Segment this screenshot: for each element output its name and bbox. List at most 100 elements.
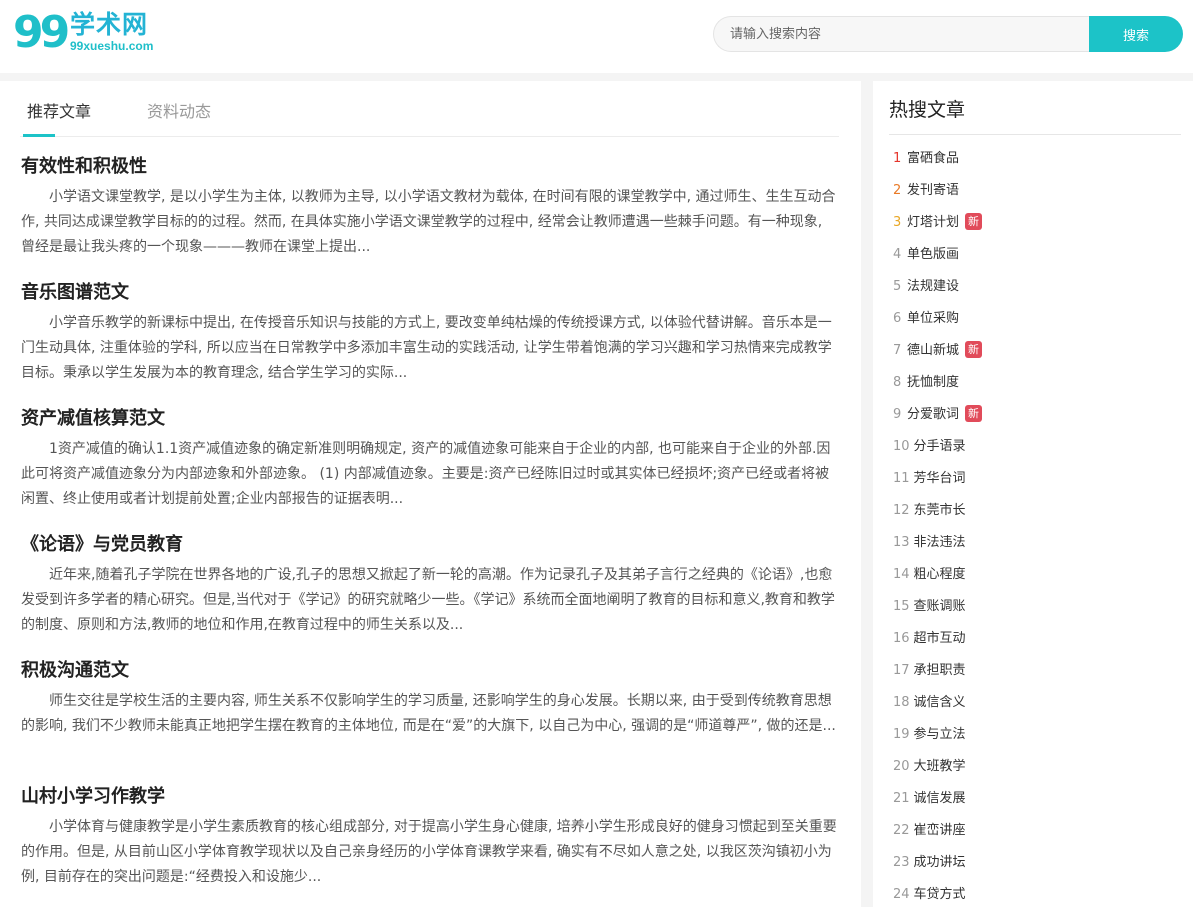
active-tab-indicator bbox=[23, 134, 55, 137]
new-badge: 新 bbox=[965, 341, 983, 358]
article-summary: 小学体育与健康教学是小学生素质教育的核心组成部分, 对于提高小学生身心健康, 培… bbox=[21, 819, 837, 885]
rank-number: 1 bbox=[893, 151, 902, 166]
hot-article-label: 德山新城 bbox=[907, 343, 960, 358]
article-item: 资产减值核算范文 1资产减值的确认1.1资产减值迹象的确定新准则明确规定, 资产… bbox=[21, 405, 837, 531]
hot-article-item[interactable]: 5 法规建设 bbox=[893, 271, 1183, 303]
site-logo[interactable]: 99 学术网 99xueshu.com bbox=[13, 11, 173, 57]
article-title[interactable]: 音乐图谱范文 bbox=[21, 279, 837, 307]
tab-updates[interactable]: 资料动态 bbox=[147, 101, 211, 123]
hot-article-item[interactable]: 8 抚恤制度 bbox=[893, 367, 1183, 399]
rank-number: 24 bbox=[893, 887, 910, 902]
hot-article-item[interactable]: 16 超市互动 bbox=[893, 623, 1183, 655]
rank-number: 18 bbox=[893, 695, 910, 710]
hot-article-label: 崔峦讲座 bbox=[913, 823, 966, 838]
article-title[interactable]: 积极沟通范文 bbox=[21, 657, 837, 685]
hot-article-label: 参与立法 bbox=[913, 727, 966, 742]
hot-article-item[interactable]: 13 非法违法 bbox=[893, 527, 1183, 559]
article-item: 音乐图谱范文 小学音乐教学的新课标中提出, 在传授音乐知识与技能的方式上, 要改… bbox=[21, 279, 837, 405]
article-summary: 小学音乐教学的新课标中提出, 在传授音乐知识与技能的方式上, 要改变单纯枯燥的传… bbox=[21, 315, 832, 381]
hot-article-item[interactable]: 17 承担职责 bbox=[893, 655, 1183, 687]
rank-number: 3 bbox=[893, 215, 902, 230]
article-title[interactable]: 山村小学习作教学 bbox=[21, 783, 837, 811]
new-badge: 新 bbox=[965, 405, 983, 422]
hot-article-label: 成功讲坛 bbox=[913, 855, 966, 870]
hot-article-label: 富硒食品 bbox=[907, 151, 960, 166]
rank-number: 12 bbox=[893, 503, 910, 518]
hot-article-label: 分手语录 bbox=[913, 439, 966, 454]
article-list: 有效性和积极性 小学语文课堂教学, 是以小学生为主体, 以教师为主导, 以小学语… bbox=[21, 153, 837, 907]
tab-bar: 推荐文章 资料动态 bbox=[20, 81, 839, 137]
hot-article-item[interactable]: 11 芳华台词 bbox=[893, 463, 1183, 495]
search-button[interactable]: 搜索 bbox=[1089, 16, 1183, 52]
search-input[interactable] bbox=[713, 16, 1093, 52]
hot-article-label: 单色版画 bbox=[907, 247, 960, 262]
hot-article-label: 单位采购 bbox=[907, 311, 960, 326]
rank-number: 19 bbox=[893, 727, 910, 742]
article-summary: 1资产减值的确认1.1资产减值迹象的确定新准则明确规定, 资产的减值迹象可能来自… bbox=[21, 441, 831, 507]
hot-article-label: 东莞市长 bbox=[913, 503, 966, 518]
hot-article-item[interactable]: 4 单色版画 bbox=[893, 239, 1183, 271]
rank-number: 8 bbox=[893, 375, 902, 390]
rank-number: 23 bbox=[893, 855, 910, 870]
article-title[interactable]: 资产减值核算范文 bbox=[21, 405, 837, 433]
hot-article-item[interactable]: 10 分手语录 bbox=[893, 431, 1183, 463]
sidebar-divider bbox=[889, 134, 1181, 135]
hot-articles-sidebar: 热搜文章 1 富硒食品 2 发刊寄语 3 灯塔计划新 4 单色版画 5 法规建设 6 单位采购 7 德山新… bbox=[873, 81, 1193, 907]
hot-article-item[interactable]: 20 大班教学 bbox=[893, 751, 1183, 783]
hot-article-item[interactable]: 7 德山新城新 bbox=[893, 335, 1183, 367]
hot-article-label: 发刊寄语 bbox=[907, 183, 960, 198]
rank-number: 9 bbox=[893, 407, 902, 422]
hot-article-item[interactable]: 24 车贷方式 bbox=[893, 879, 1183, 907]
hot-article-item[interactable]: 2 发刊寄语 bbox=[893, 175, 1183, 207]
article-title[interactable]: 有效性和积极性 bbox=[21, 153, 837, 181]
hot-article-item[interactable]: 9 分爱歌词新 bbox=[893, 399, 1183, 431]
article-summary: 师生交往是学校生活的主要内容, 师生关系不仅影响学生的学习质量, 还影响学生的身… bbox=[21, 693, 836, 734]
hot-article-label: 诚信含义 bbox=[913, 695, 966, 710]
rank-number: 4 bbox=[893, 247, 902, 262]
article-title[interactable]: 《论语》与党员教育 bbox=[21, 531, 837, 559]
rank-number: 11 bbox=[893, 471, 910, 486]
hot-article-label: 灯塔计划 bbox=[907, 215, 960, 230]
hot-article-label: 超市互动 bbox=[913, 631, 966, 646]
logo-title: 学术网 bbox=[70, 10, 149, 39]
site-header: 99 学术网 99xueshu.com 搜索 bbox=[0, 0, 1193, 73]
hot-article-item[interactable]: 19 参与立法 bbox=[893, 719, 1183, 751]
article-item: 积极沟通范文 师生交往是学校生活的主要内容, 师生关系不仅影响学生的学习质量, … bbox=[21, 657, 837, 783]
hot-article-item[interactable]: 14 粗心程度 bbox=[893, 559, 1183, 591]
hot-article-item[interactable]: 21 诚信发展 bbox=[893, 783, 1183, 815]
article-item: 山村小学习作教学 小学体育与健康教学是小学生素质教育的核心组成部分, 对于提高小… bbox=[21, 783, 837, 907]
hot-article-item[interactable]: 6 单位采购 bbox=[893, 303, 1183, 335]
rank-number: 5 bbox=[893, 279, 902, 294]
rank-number: 21 bbox=[893, 791, 910, 806]
hot-article-item[interactable]: 1 富硒食品 bbox=[893, 143, 1183, 175]
rank-number: 17 bbox=[893, 663, 910, 678]
hot-article-label: 车贷方式 bbox=[913, 887, 966, 902]
hot-article-label: 承担职责 bbox=[913, 663, 966, 678]
hot-article-list: 1 富硒食品 2 发刊寄语 3 灯塔计划新 4 单色版画 5 法规建设 6 单位采购 7 德山新城新 8 抚恤… bbox=[893, 143, 1183, 907]
logo-domain: 99xueshu.com bbox=[70, 39, 154, 53]
rank-number: 2 bbox=[893, 183, 902, 198]
rank-number: 7 bbox=[893, 343, 902, 358]
hot-article-item[interactable]: 3 灯塔计划新 bbox=[893, 207, 1183, 239]
hot-article-label: 粗心程度 bbox=[913, 567, 966, 582]
hot-article-label: 非法违法 bbox=[913, 535, 966, 550]
hot-article-label: 抚恤制度 bbox=[907, 375, 960, 390]
main-content: 推荐文章 资料动态 有效性和积极性 小学语文课堂教学, 是以小学生为主体, 以教… bbox=[0, 81, 861, 907]
hot-article-label: 诚信发展 bbox=[913, 791, 966, 806]
rank-number: 16 bbox=[893, 631, 910, 646]
rank-number: 22 bbox=[893, 823, 910, 838]
tab-recommended[interactable]: 推荐文章 bbox=[27, 101, 91, 123]
hot-article-label: 大班教学 bbox=[913, 759, 966, 774]
hot-article-label: 芳华台词 bbox=[913, 471, 966, 486]
hot-article-item[interactable]: 15 查账调账 bbox=[893, 591, 1183, 623]
search-bar: 搜索 bbox=[713, 16, 1183, 52]
hot-article-item[interactable]: 23 成功讲坛 bbox=[893, 847, 1183, 879]
hot-article-item[interactable]: 18 诚信含义 bbox=[893, 687, 1183, 719]
article-summary: 近年来,随着孔子学院在世界各地的广设,孔子的思想又掀起了新一轮的高潮。作为记录孔… bbox=[21, 567, 835, 633]
hot-article-item[interactable]: 22 崔峦讲座 bbox=[893, 815, 1183, 847]
hot-article-item[interactable]: 12 东莞市长 bbox=[893, 495, 1183, 527]
rank-number: 20 bbox=[893, 759, 910, 774]
logo-mark: 99 bbox=[13, 7, 70, 58]
rank-number: 6 bbox=[893, 311, 902, 326]
hot-article-label: 查账调账 bbox=[913, 599, 966, 614]
